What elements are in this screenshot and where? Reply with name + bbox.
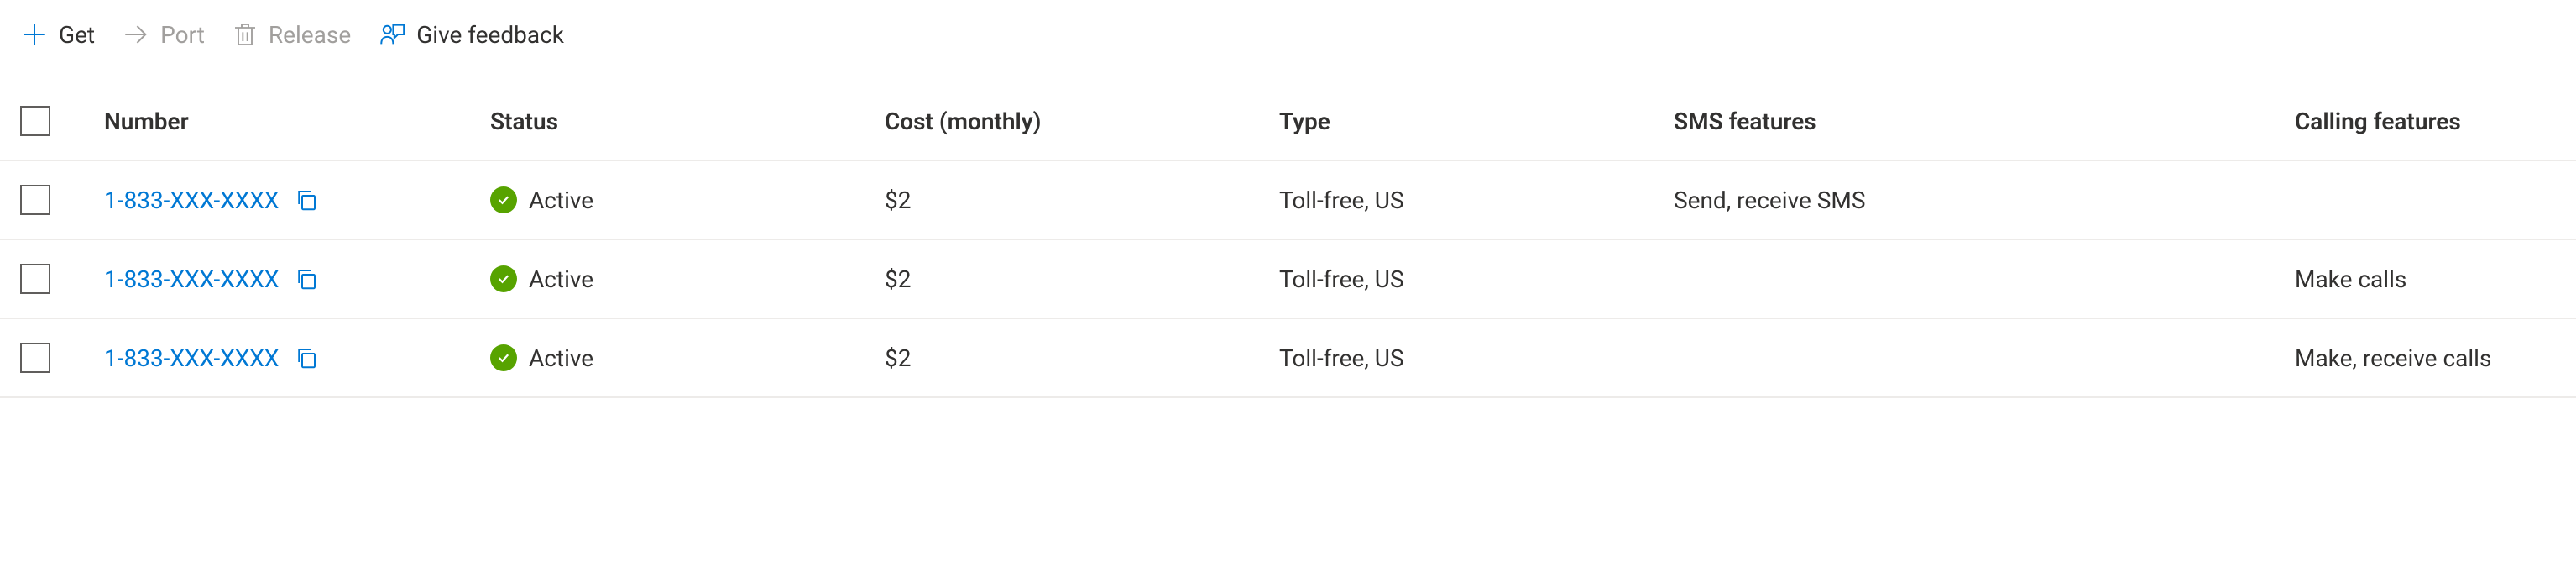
feedback-icon	[378, 20, 406, 49]
copy-icon[interactable]	[294, 187, 319, 213]
copy-icon[interactable]	[294, 266, 319, 291]
col-type[interactable]: Type	[1279, 108, 1674, 135]
sms-text: Send, receive SMS	[1674, 186, 2295, 214]
copy-icon[interactable]	[294, 345, 319, 370]
status-active-icon	[490, 344, 517, 371]
col-status[interactable]: Status	[490, 108, 885, 135]
plus-icon	[20, 20, 49, 49]
status-active-icon	[490, 186, 517, 213]
port-label: Port	[160, 21, 205, 49]
type-text: Toll-free, US	[1279, 265, 1674, 293]
table-row: 1-833-XXX-XXXX Active $2 Toll-free, US M…	[0, 240, 2576, 319]
calling-text: Make calls	[2295, 265, 2556, 293]
table-header: Number Status Cost (monthly) Type SMS fe…	[0, 82, 2576, 161]
select-all-checkbox[interactable]	[20, 106, 50, 136]
col-number[interactable]: Number	[104, 108, 490, 135]
get-button[interactable]: Get	[20, 20, 95, 49]
port-button[interactable]: Port	[122, 20, 205, 49]
feedback-label: Give feedback	[416, 21, 564, 49]
feedback-button[interactable]: Give feedback	[378, 20, 564, 49]
table-row: 1-833-XXX-XXXX Active $2 Toll-free, US M…	[0, 319, 2576, 398]
type-text: Toll-free, US	[1279, 186, 1674, 214]
status-text: Active	[529, 265, 593, 293]
toolbar: Get Port Release Give feedback	[0, 0, 2576, 82]
numbers-table: Number Status Cost (monthly) Type SMS fe…	[0, 82, 2576, 398]
release-label: Release	[269, 21, 351, 49]
row-checkbox[interactable]	[20, 185, 50, 215]
type-text: Toll-free, US	[1279, 344, 1674, 372]
col-sms[interactable]: SMS features	[1674, 108, 2295, 135]
row-checkbox[interactable]	[20, 264, 50, 294]
arrow-right-icon	[122, 20, 150, 49]
number-link[interactable]: 1-833-XXX-XXXX	[104, 186, 279, 214]
cost-text: $2	[885, 265, 1279, 293]
row-checkbox[interactable]	[20, 343, 50, 373]
cost-text: $2	[885, 186, 1279, 214]
col-calling[interactable]: Calling features	[2295, 108, 2556, 135]
calling-text: Make, receive calls	[2295, 344, 2556, 372]
trash-icon	[232, 21, 259, 48]
col-cost[interactable]: Cost (monthly)	[885, 108, 1279, 135]
release-button[interactable]: Release	[232, 21, 351, 49]
status-text: Active	[529, 186, 593, 214]
table-row: 1-833-XXX-XXXX Active $2 Toll-free, US S…	[0, 161, 2576, 240]
status-active-icon	[490, 265, 517, 292]
number-link[interactable]: 1-833-XXX-XXXX	[104, 265, 279, 293]
status-text: Active	[529, 344, 593, 372]
number-link[interactable]: 1-833-XXX-XXXX	[104, 344, 279, 372]
cost-text: $2	[885, 344, 1279, 372]
get-label: Get	[59, 21, 95, 49]
